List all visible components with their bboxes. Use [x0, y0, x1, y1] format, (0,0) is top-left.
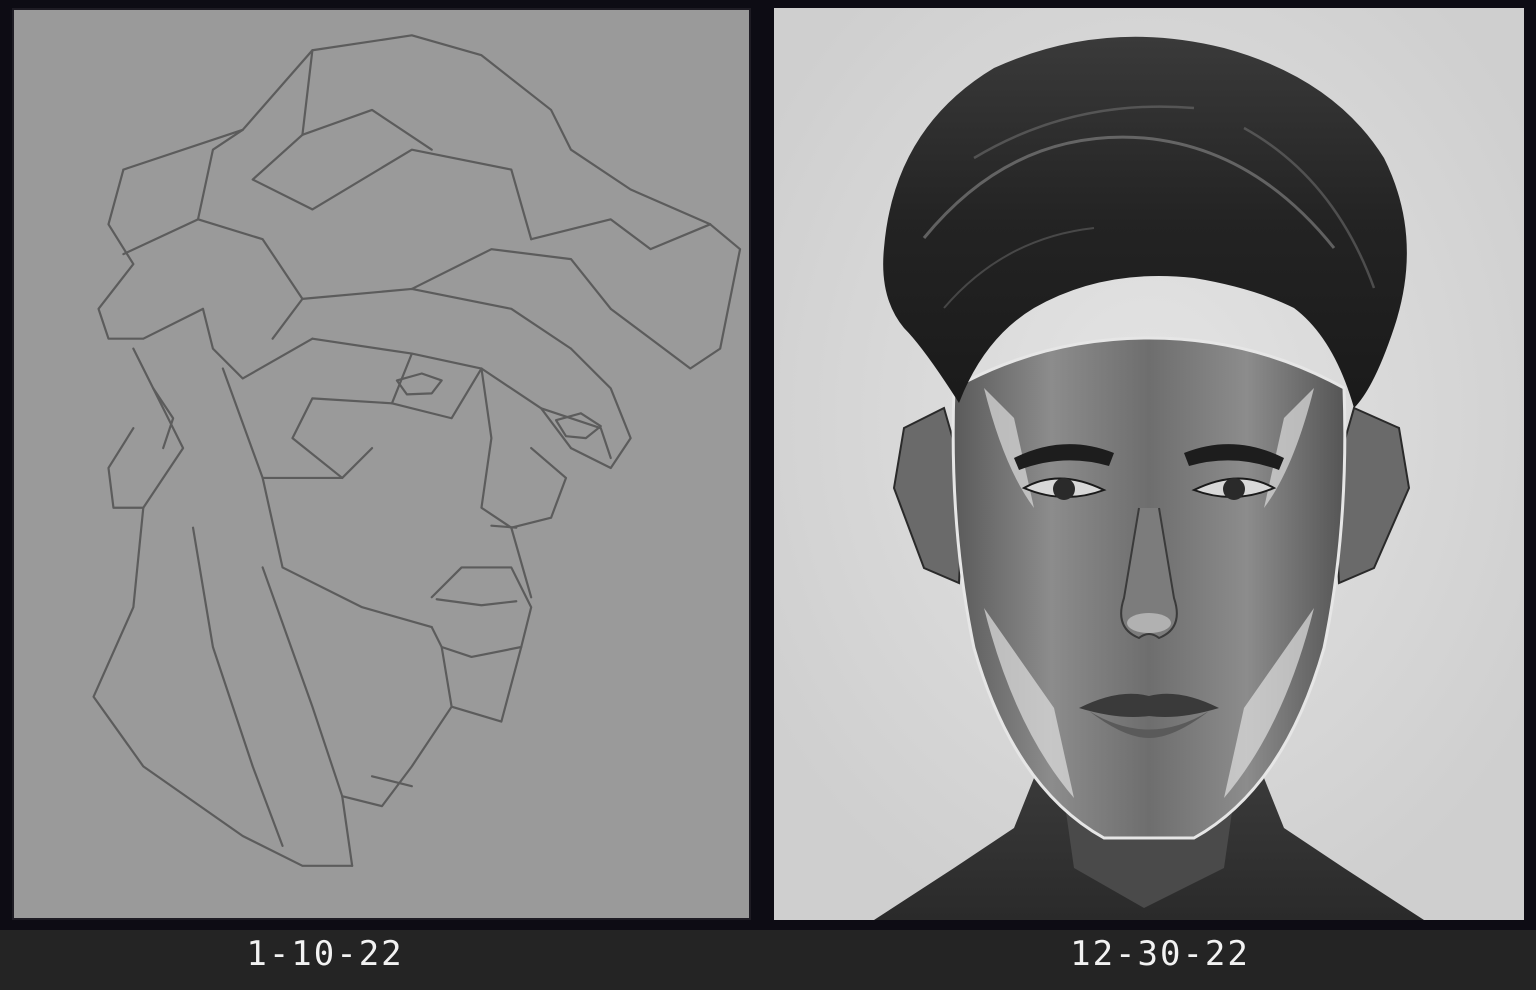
geometric-sketch-head-image: [92, 34, 742, 867]
comparison-frame: 1-10-22 12-30-22: [0, 0, 1536, 990]
caption-bar: 1-10-22 12-30-22: [0, 930, 1536, 990]
caption-right-date: 12-30-22: [1070, 934, 1250, 974]
painting-panel: [774, 8, 1524, 920]
rendered-portrait-head-image: [774, 8, 1524, 920]
sketch-panel: [12, 8, 751, 920]
caption-left-date: 1-10-22: [246, 934, 404, 974]
